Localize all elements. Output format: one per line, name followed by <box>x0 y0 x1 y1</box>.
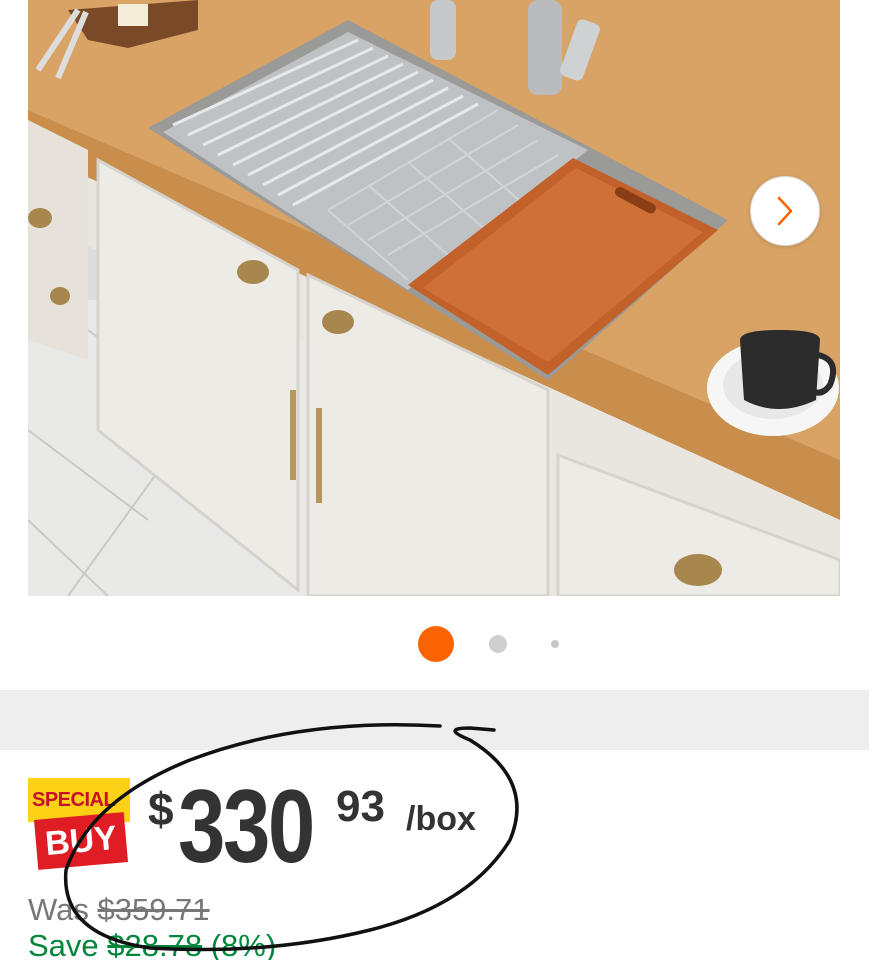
badge-line-buy: BUY <box>33 812 129 870</box>
was-price: Was $359.71 <box>28 892 210 928</box>
pricing-section: SPECIAL BUY $ 330 93 /box Was $359.71 Sa… <box>0 750 869 960</box>
carousel-dot[interactable] <box>489 635 507 653</box>
price-cents: 93 <box>336 782 385 831</box>
chevron-right-icon <box>777 196 793 226</box>
product-image[interactable] <box>28 0 840 596</box>
image-gallery <box>0 0 869 690</box>
savings: Save $28.78 (8%) <box>28 928 276 960</box>
section-divider <box>0 690 869 750</box>
price-unit: /box <box>406 800 476 838</box>
save-label: Save <box>28 928 108 960</box>
was-amount: $359.71 <box>97 892 210 927</box>
carousel-dot-active[interactable] <box>418 626 454 662</box>
price-currency: $ <box>148 783 174 835</box>
carousel-pagination <box>0 624 869 664</box>
product-page: SPECIAL BUY $ 330 93 /box Was $359.71 Sa… <box>0 0 869 960</box>
carousel-dot[interactable] <box>551 640 559 648</box>
special-buy-badge: SPECIAL BUY <box>28 778 132 870</box>
save-amount: $28.78 <box>107 928 203 960</box>
save-percent: (8%) <box>202 928 277 960</box>
price-dollars: 330 <box>178 769 315 885</box>
next-image-button[interactable] <box>750 176 820 246</box>
was-label: Was <box>28 892 98 927</box>
